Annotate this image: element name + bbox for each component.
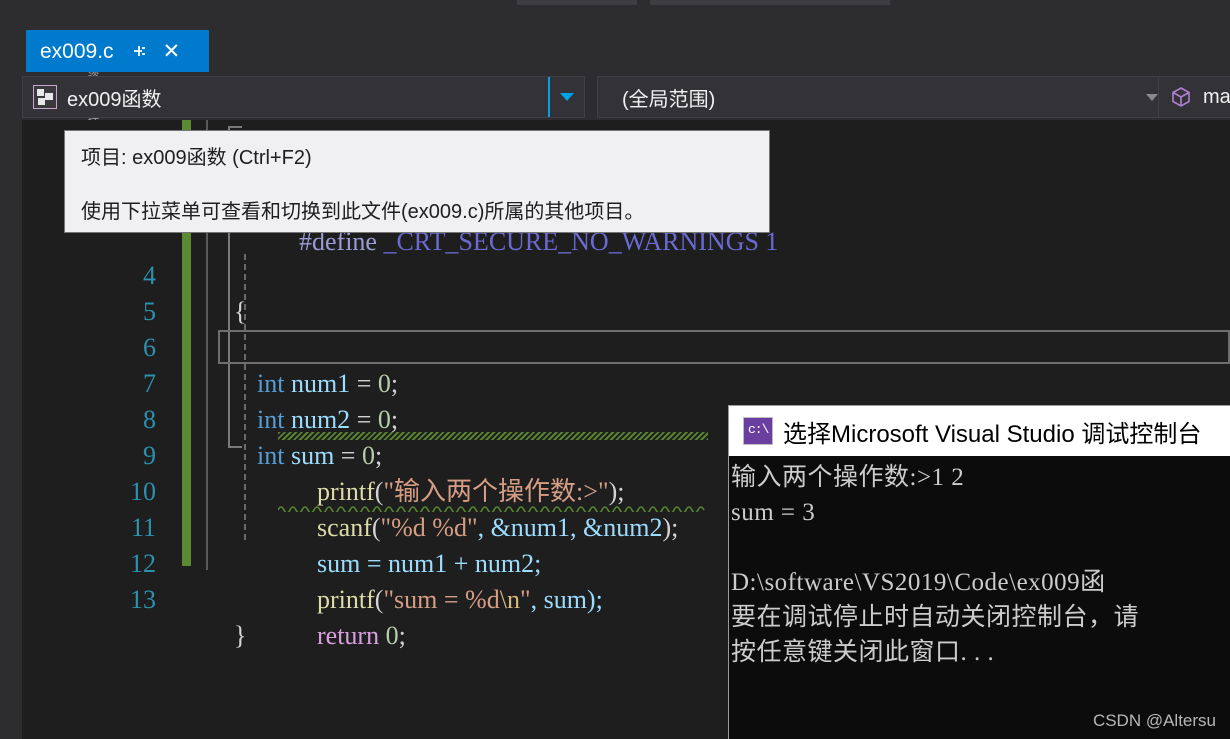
scope-dropdown-value: (全局范围) bbox=[622, 88, 716, 111]
tab-ex009-c[interactable]: ex009.c ✕ bbox=[26, 30, 209, 72]
console-line: 按任意键关闭此窗口. . . bbox=[731, 639, 995, 666]
escape-token: \n bbox=[499, 585, 520, 614]
toolbar-strip-right bbox=[650, 0, 890, 5]
chevron-down-icon[interactable] bbox=[548, 77, 584, 117]
project-dropdown-value: ex009函数 bbox=[67, 88, 162, 111]
left-dock-panel[interactable]: 服务器资源管理器 bbox=[0, 28, 100, 739]
console-line: sum = 3 bbox=[731, 499, 816, 526]
close-brace-token: } bbox=[234, 621, 247, 650]
tooltip-line-2: 使用下拉菜单可查看和切换到此文件(ex009.c)所属的其他项目。 bbox=[81, 201, 645, 223]
tooltip-line-1: 项目: ex009函数 (Ctrl+F2) bbox=[81, 147, 312, 169]
code-line-6[interactable]: 6 int num2 = 0; bbox=[22, 294, 1230, 434]
number-token: 0 bbox=[385, 621, 399, 650]
watermark-label: CSDN @Altersu bbox=[1092, 711, 1216, 730]
project-dropdown[interactable]: ex009函数 bbox=[22, 76, 585, 118]
document-tab-row: ex009.c ✕ bbox=[0, 30, 1230, 72]
console-title-label: 选择Microsoft Visual Studio 调试控制台 bbox=[783, 420, 1202, 448]
cmd-prompt-icon: c:\ bbox=[743, 417, 773, 445]
code-line-5[interactable]: 5 int num1 = 0; bbox=[22, 258, 1230, 398]
keyword-token: return bbox=[317, 621, 380, 650]
member-dropdown-value: ma bbox=[1203, 85, 1230, 108]
cube-icon bbox=[1172, 87, 1190, 107]
line-number: 13 bbox=[130, 585, 156, 614]
close-icon[interactable]: ✕ bbox=[163, 41, 181, 62]
console-output[interactable]: 输入两个操作数:>1 2 sum = 3 D:\software\VS2019\… bbox=[728, 456, 1230, 739]
code-line-8[interactable]: 8 printf("输入两个操作数:>"); bbox=[22, 366, 1230, 506]
semicolon-token: ; bbox=[398, 621, 406, 650]
project-tooltip: 项目: ex009函数 (Ctrl+F2) 使用下拉菜单可查看和切换到此文件(e… bbox=[64, 130, 770, 233]
string-close-token: " bbox=[519, 585, 531, 614]
arguments-token: , sum); bbox=[530, 585, 603, 614]
member-dropdown[interactable]: ma bbox=[1158, 76, 1230, 118]
code-line-7[interactable]: 7 int sum = 0; bbox=[22, 330, 1230, 470]
debug-console-window[interactable]: c:\ 选择Microsoft Visual Studio 调试控制台 输入两个… bbox=[728, 405, 1230, 739]
toolbar-strip-left bbox=[517, 0, 637, 5]
pin-icon[interactable] bbox=[130, 43, 147, 60]
console-title-bar[interactable]: c:\ 选择Microsoft Visual Studio 调试控制台 bbox=[728, 405, 1230, 456]
project-icon bbox=[33, 85, 57, 109]
console-line: D:\software\VS2019\Code\ex009函 bbox=[731, 569, 1106, 596]
scope-dropdown[interactable]: (全局范围) bbox=[597, 76, 1170, 118]
console-line: 要在调试停止时自动关闭控制台，请 bbox=[731, 604, 1140, 631]
tab-label: ex009.c bbox=[40, 39, 114, 63]
console-line: 输入两个操作数:>1 2 bbox=[731, 464, 965, 491]
navigation-bar: ex009函数 (全局范围) ma bbox=[22, 76, 1230, 120]
